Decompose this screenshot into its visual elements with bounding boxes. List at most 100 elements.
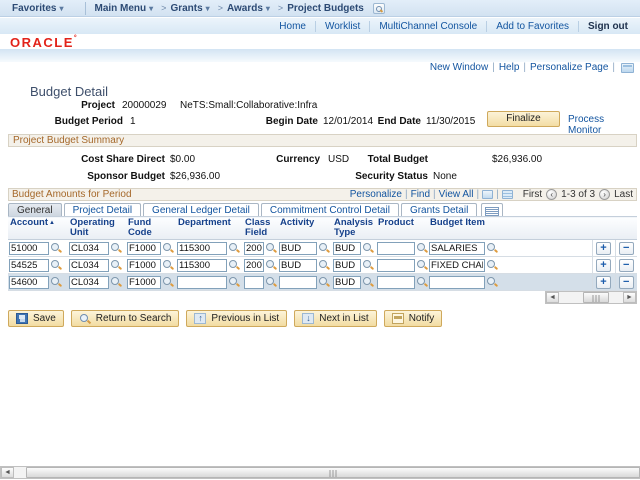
fund-code-lookup-icon[interactable] — [163, 259, 174, 271]
class-field-input[interactable] — [244, 241, 264, 255]
previous-row-icon[interactable]: ‹ — [546, 189, 558, 200]
scroll-right-icon[interactable]: ► — [623, 292, 636, 303]
product-lookup-icon[interactable] — [417, 259, 428, 271]
delete-row-button[interactable]: − — [618, 241, 634, 255]
next-in-list-button[interactable]: Next in List — [294, 310, 377, 327]
department-input[interactable] — [177, 258, 227, 272]
department-input[interactable] — [177, 275, 227, 289]
activity-input[interactable] — [279, 275, 317, 289]
account-input[interactable] — [9, 241, 49, 255]
column-header-account[interactable]: Account — [8, 216, 68, 240]
class-field-input[interactable] — [244, 275, 264, 289]
budget-item-input[interactable] — [429, 275, 485, 289]
return-to-search-button[interactable]: Return to Search — [70, 310, 180, 327]
analysis-type-lookup-icon[interactable] — [363, 242, 374, 254]
operating-unit-input[interactable] — [69, 258, 109, 272]
tab-grants-detail[interactable]: Grants Detail — [400, 203, 478, 217]
activity-input[interactable] — [279, 241, 317, 255]
account-lookup-icon[interactable] — [51, 259, 62, 271]
download-icon[interactable] — [482, 190, 494, 199]
class-field-lookup-icon[interactable] — [266, 276, 277, 288]
department-lookup-icon[interactable] — [229, 242, 240, 254]
product-input[interactable] — [377, 258, 415, 272]
analysis-type-lookup-icon[interactable] — [363, 259, 374, 271]
product-input[interactable] — [377, 275, 415, 289]
product-input[interactable] — [377, 241, 415, 255]
previous-in-list-button[interactable]: Previous in List — [186, 310, 288, 327]
budget-item-lookup-icon[interactable] — [487, 259, 498, 271]
activity-lookup-icon[interactable] — [319, 276, 330, 288]
class-field-lookup-icon[interactable] — [266, 259, 277, 271]
tab-general[interactable]: General — [8, 203, 62, 217]
account-input[interactable] — [9, 258, 49, 272]
help-link[interactable]: Help — [499, 62, 520, 73]
add-row-button[interactable]: + — [596, 258, 611, 272]
department-lookup-icon[interactable] — [229, 276, 240, 288]
operating-unit-lookup-icon[interactable] — [111, 242, 122, 254]
favorites-menu[interactable]: Favorites — [0, 3, 73, 14]
grid-horizontal-scrollbar[interactable]: ◄ ► — [545, 291, 637, 304]
view-all-link[interactable]: View All — [439, 189, 474, 200]
department-input[interactable] — [177, 241, 227, 255]
budget-item-lookup-icon[interactable] — [487, 242, 498, 254]
find-link[interactable]: Find — [411, 189, 430, 200]
next-row-icon[interactable]: › — [599, 189, 611, 200]
delete-row-button[interactable]: − — [618, 258, 634, 272]
activity-lookup-icon[interactable] — [319, 242, 330, 254]
finalize-button[interactable]: Finalize — [487, 111, 560, 127]
main-menu[interactable]: Main Menu — [94, 3, 153, 14]
operating-unit-lookup-icon[interactable] — [111, 259, 122, 271]
window-icon[interactable] — [621, 62, 634, 73]
save-button[interactable]: Save — [8, 310, 64, 327]
process-monitor-link[interactable]: Process Monitor — [568, 114, 640, 136]
fund-code-lookup-icon[interactable] — [163, 242, 174, 254]
home-link[interactable]: Home — [270, 20, 316, 32]
scroll-left-icon[interactable]: ◄ — [546, 292, 559, 303]
worklist-link[interactable]: Worklist — [316, 20, 371, 32]
multichannel-console-link[interactable]: MultiChannel Console — [370, 20, 488, 32]
operating-unit-input[interactable] — [69, 275, 109, 289]
personalize-link[interactable]: Personalize — [350, 189, 402, 200]
fund-code-lookup-icon[interactable] — [163, 276, 174, 288]
notify-button[interactable]: Notify — [383, 310, 443, 327]
fund-code-input[interactable] — [127, 241, 161, 255]
budget-item-input[interactable] — [429, 258, 485, 272]
account-lookup-icon[interactable] — [51, 276, 62, 288]
breadcrumb-item-grants[interactable]: Grants — [170, 3, 209, 14]
tab-general-ledger-detail[interactable]: General Ledger Detail — [143, 203, 259, 217]
activity-input[interactable] — [279, 258, 317, 272]
product-lookup-icon[interactable] — [417, 242, 428, 254]
breadcrumb-item-awards[interactable]: Awards — [227, 3, 270, 14]
personalize-page-link[interactable]: Personalize Page — [530, 62, 608, 73]
tab-commitment-control-detail[interactable]: Commitment Control Detail — [260, 203, 399, 217]
add-row-button[interactable]: + — [596, 241, 611, 255]
add-row-button[interactable]: + — [596, 275, 611, 289]
breadcrumb-item-project-budgets[interactable]: Project Budgets — [287, 3, 364, 14]
new-window-link[interactable]: New Window — [430, 62, 488, 73]
class-field-input[interactable] — [244, 258, 264, 272]
operating-unit-lookup-icon[interactable] — [111, 276, 122, 288]
activity-lookup-icon[interactable] — [319, 259, 330, 271]
account-lookup-icon[interactable] — [51, 242, 62, 254]
account-input[interactable] — [9, 275, 49, 289]
analysis-type-input[interactable] — [333, 241, 361, 255]
scroll-left-icon[interactable]: ◄ — [1, 467, 14, 478]
scrollbar-thumb[interactable] — [583, 292, 609, 303]
department-lookup-icon[interactable] — [229, 259, 240, 271]
tab-project-detail[interactable]: Project Detail — [63, 203, 142, 217]
operating-unit-input[interactable] — [69, 241, 109, 255]
grid-view-icon[interactable] — [501, 190, 513, 199]
class-field-lookup-icon[interactable] — [266, 242, 277, 254]
budget-item-input[interactable] — [429, 241, 485, 255]
analysis-type-lookup-icon[interactable] — [363, 276, 374, 288]
analysis-type-input[interactable] — [333, 258, 361, 272]
delete-row-button[interactable]: − — [618, 275, 634, 289]
product-lookup-icon[interactable] — [417, 276, 428, 288]
sign-out-link[interactable]: Sign out — [579, 21, 630, 32]
scrollbar-thumb[interactable] — [26, 467, 640, 478]
budget-item-lookup-icon[interactable] — [487, 276, 498, 288]
fund-code-input[interactable] — [127, 258, 161, 272]
fund-code-input[interactable] — [127, 275, 161, 289]
show-all-columns-icon[interactable] — [481, 203, 504, 217]
analysis-type-input[interactable] — [333, 275, 361, 289]
